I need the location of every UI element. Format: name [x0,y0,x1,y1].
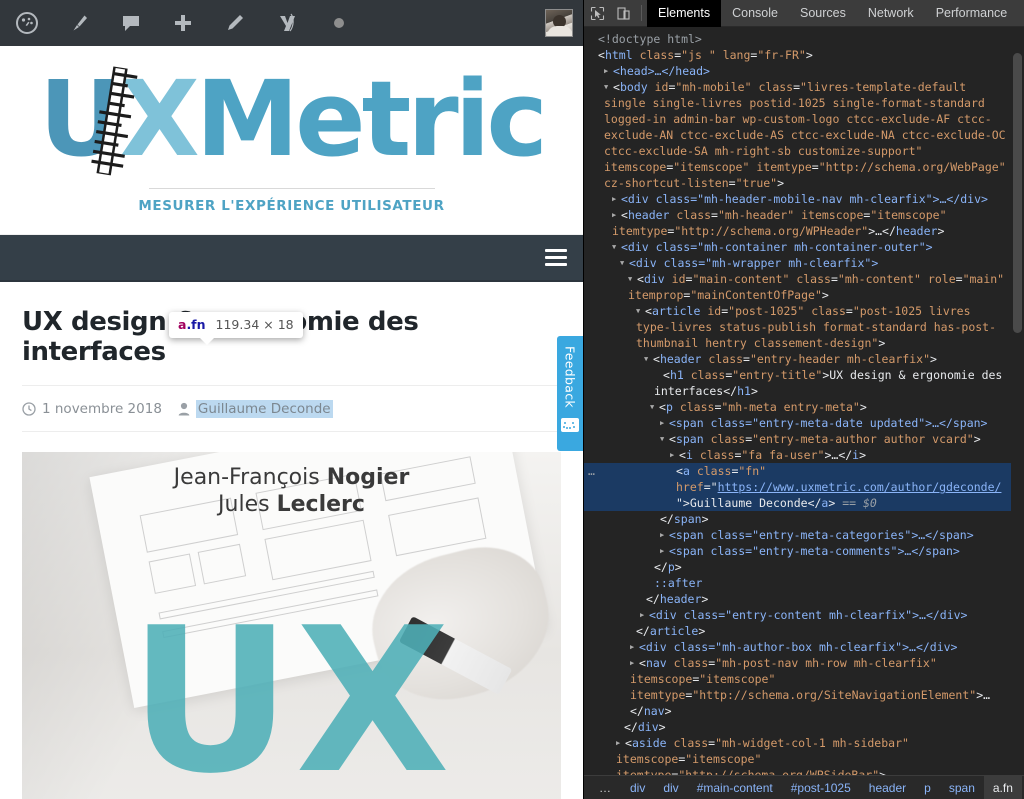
dom-node-post-nav[interactable]: <nav class="mh-post-nav mh-row mh-clearf… [584,655,1024,719]
cover-author-2: Jules Leclerc [218,492,365,518]
feedback-tab[interactable]: Feedback [557,336,583,451]
featured-image[interactable]: Jean-François Nogier Jules Leclerc UX DE… [22,451,561,799]
dom-node-span-comments[interactable]: <span class="entry-meta-comments">…</spa… [584,543,1024,559]
feedback-tab-label: Feedback [562,346,578,408]
breadcrumb-item-post-1025[interactable]: #post-1025 [782,776,860,799]
dom-node-p-close: </p> [654,560,682,574]
breadcrumb-item-div-1[interactable]: div [621,776,654,799]
dom-node-entry-content[interactable]: <div class="entry-content mh-clearfix">…… [584,607,1024,623]
comments-bubble-icon[interactable] [118,10,144,36]
inspector-tooltip-tag: a.fn [178,317,206,332]
customize-paintbrush-icon[interactable] [66,10,92,36]
new-content-plus-icon[interactable] [170,10,196,36]
dom-node-article[interactable]: <article id="post-1025" class="post-1025… [584,303,1024,351]
inspect-element-icon[interactable] [584,0,610,26]
status-dot-icon[interactable] [326,10,352,36]
dom-node-a-fn-selected[interactable]: <a class="fn" href="https://www.uxmetric… [584,463,1024,511]
tab-performance[interactable]: Performance [925,0,1019,27]
dom-tree[interactable]: <!doctype html> <html class="js " lang="… [584,27,1024,775]
dom-node-span-author-close: </span> [660,512,709,526]
site-logo-text: UXMetric [39,58,548,180]
screen-root: UXMetric MESURER L'EXPÉRIENCE UTILISATEU… [0,0,1024,799]
breadcrumb: … div div #main-content #post-1025 heade… [584,775,1024,799]
edit-pencil-icon[interactable] [222,10,248,36]
inspector-tooltip-dimensions: 119.34 × 18 [215,317,294,332]
devtools-tabs: Elements Console Sources Network Perform… [647,0,1018,27]
admin-bar-items [14,10,545,36]
smiley-feedback-icon [561,417,579,432]
site-logo[interactable]: UXMetric [39,58,548,180]
author-link[interactable]: Guillaume Deconde [195,399,333,418]
dom-node-mobile-nav[interactable]: <div class="mh-header-mobile-nav mh-clea… [584,191,1024,207]
tab-network[interactable]: Network [857,0,925,27]
breadcrumb-overflow[interactable]: … [590,776,621,799]
breadcrumb-item-p[interactable]: p [915,776,940,799]
wordpress-logo-icon[interactable] [14,10,40,36]
dom-tree-scrollbar[interactable] [1011,27,1024,775]
site-header: UXMetric MESURER L'EXPÉRIENCE UTILISATEU… [0,46,583,235]
inspector-tooltip-class: .fn [186,317,206,332]
dom-node-i-user[interactable]: <i class="fa fa-user">…</i> [584,447,1024,463]
breadcrumb-item-main-content[interactable]: #main-content [688,776,782,799]
cover-author-1: Jean-François Nogier [173,464,410,490]
yoast-seo-icon[interactable] [274,10,300,36]
dom-node-span-categories[interactable]: <span class="entry-meta-categories">…</s… [584,527,1024,543]
tab-elements[interactable]: Elements [647,0,722,27]
meta-author: Guillaume Deconde [178,399,333,418]
dom-node-body[interactable]: <body id="mh-mobile" class="livres-templ… [584,79,1024,191]
site-navbar [0,235,583,282]
site-tagline: MESURER L'EXPÉRIENCE UTILISATEUR [138,198,445,214]
dom-node-article-close: </article> [636,624,706,638]
dom-node-aside[interactable]: <aside class="mh-widget-col-1 mh-sidebar… [584,735,1024,775]
dom-node-author-box[interactable]: <div class="mh-author-box mh-clearfix">…… [584,639,1024,655]
device-toolbar-icon[interactable] [610,0,636,26]
dom-node-doctype: <!doctype html> [598,32,702,46]
logo-word-metric: Metric [195,58,548,180]
inspector-tooltip: a.fn 119.34 × 18 [169,312,303,345]
dom-node-h1[interactable]: <h1 class="entry-title">UX design & ergo… [584,367,1024,399]
browser-viewport: UXMetric MESURER L'EXPÉRIENCE UTILISATEU… [0,0,583,799]
logo-letter-u: U [39,58,123,180]
cover-title-ux: UX [129,584,454,799]
dom-node-container[interactable]: <div class="mh-container mh-container-ou… [584,239,1024,255]
meta-date-label: 1 novembre 2018 [42,400,162,417]
dom-node-wrapper[interactable]: <div class="mh-wrapper mh-clearfix"> [584,255,1024,271]
devtools-toolbar: Elements Console Sources Network Perform… [584,0,1024,27]
devtools-panel: Elements Console Sources Network Perform… [583,0,1024,799]
cover-authors: Jean-François Nogier Jules Leclerc [22,464,561,519]
hamburger-menu-icon[interactable] [545,245,567,270]
breadcrumb-item-span[interactable]: span [940,776,984,799]
dom-node-p-meta[interactable]: <p class="mh-meta entry-meta"> [584,399,1024,415]
clock-icon [22,402,36,416]
wp-admin-bar [0,0,583,46]
dom-node-entry-header[interactable]: <header class="entry-header mh-clearfix"… [584,351,1024,367]
dom-node-header-close: </header> [646,592,709,606]
breadcrumb-item-a-fn[interactable]: a.fn [983,775,1022,799]
dom-node-header[interactable]: <header class="mh-header" itemscope="ite… [584,207,1024,239]
breadcrumb-item-div-2[interactable]: div [654,776,687,799]
dom-node-span-author[interactable]: <span class="entry-meta-author author vc… [584,431,1024,447]
breadcrumb-item-header[interactable]: header [860,776,915,799]
avatar[interactable] [545,9,573,37]
tab-console[interactable]: Console [721,0,789,27]
tagline-divider [148,188,435,189]
user-icon [178,402,190,416]
dom-node-html[interactable]: <html class="js " lang="fr-FR"> [584,47,1024,63]
toolbar-divider [641,5,642,21]
dom-node-span-date[interactable]: <span class="entry-meta-date updated">…<… [584,415,1024,431]
logo-letter-x: X [119,58,199,180]
tab-sources[interactable]: Sources [789,0,857,27]
dom-node-pseudo-after-header[interactable]: ::after [584,575,1024,591]
dom-node-main-content-close: </div> [624,720,666,734]
dom-tree-scroll-thumb[interactable] [1013,53,1022,333]
entry-meta: 1 novembre 2018 Guillaume Deconde [22,384,561,432]
article: UX design & ergonomie des interfaces 1 n… [0,282,583,432]
dom-node-head[interactable]: <head>…</head> [584,63,1024,79]
meta-date: 1 novembre 2018 [22,401,162,417]
dom-node-main-content[interactable]: <div id="main-content" class="mh-content… [584,271,1024,303]
